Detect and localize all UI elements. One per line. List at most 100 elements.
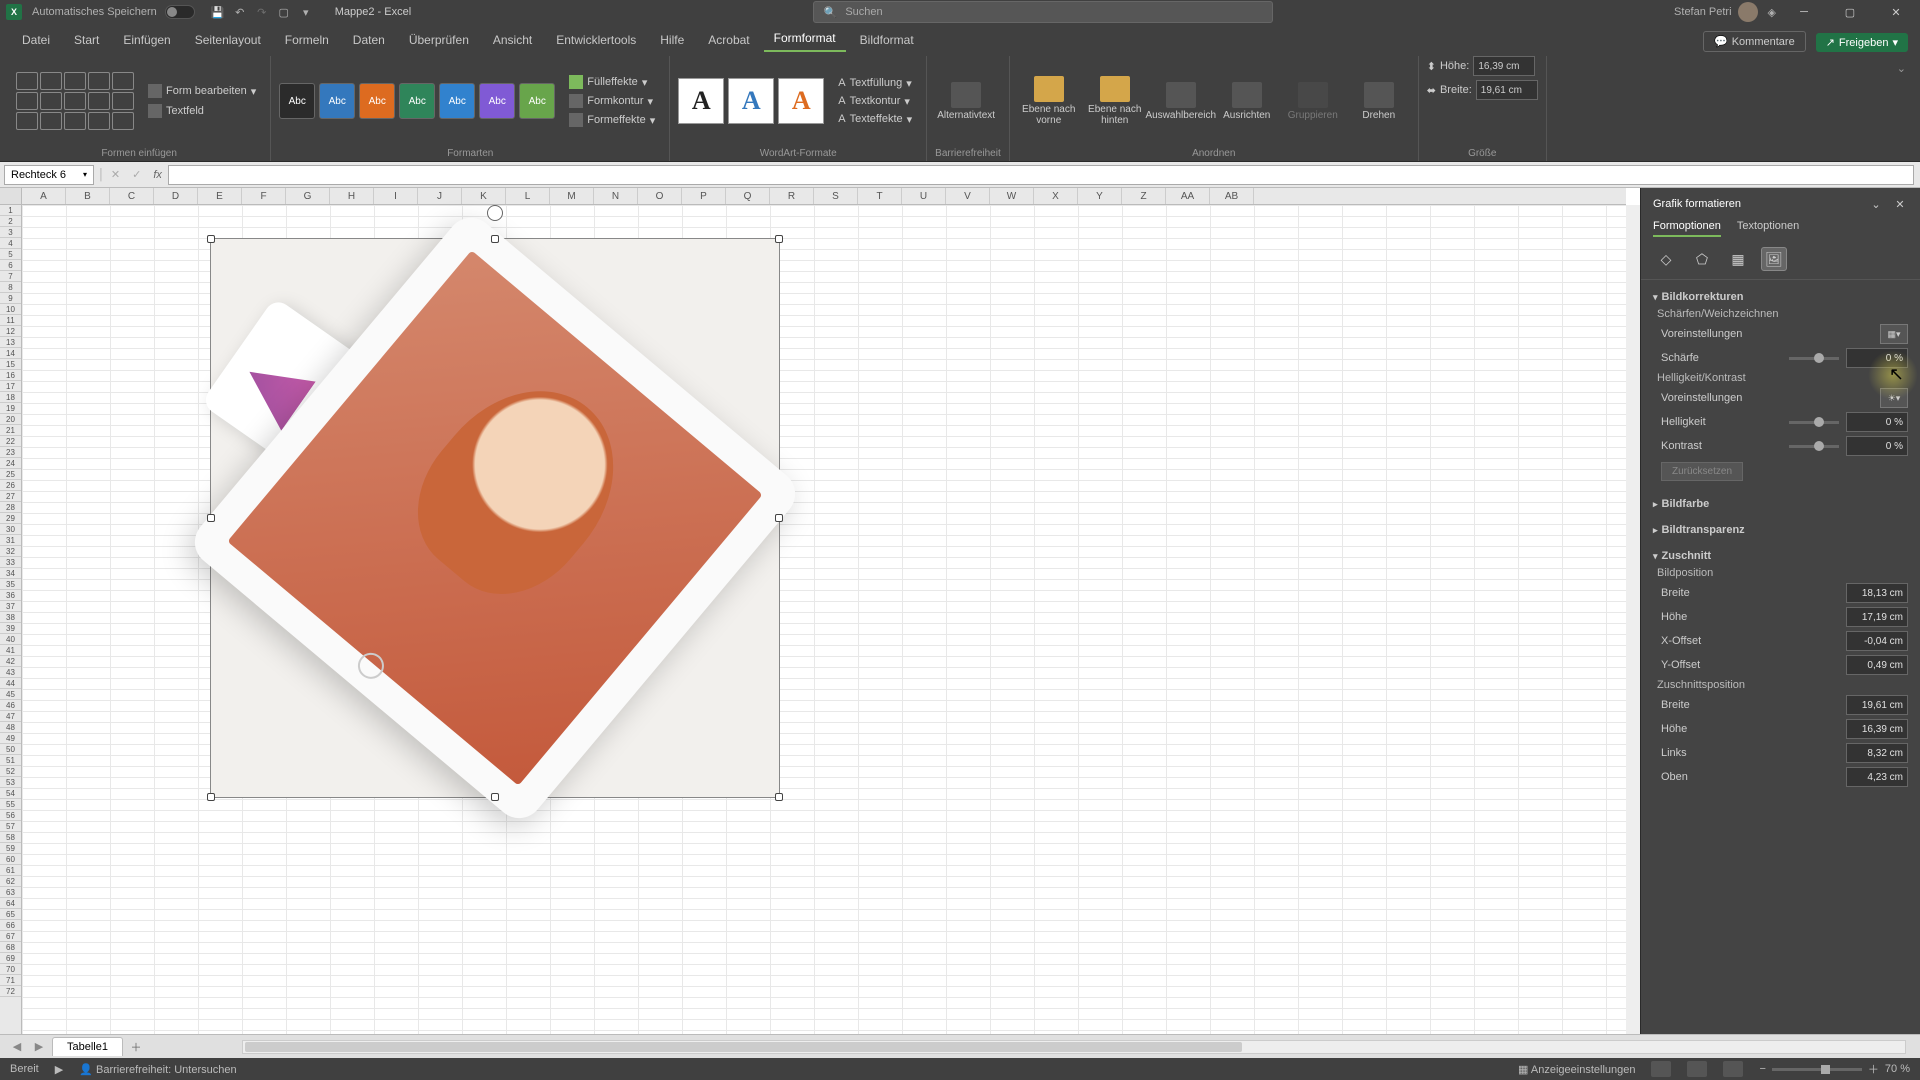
resize-handle[interactable] [775, 793, 783, 801]
sheet-nav-prev[interactable]: ◀ [8, 1040, 26, 1053]
column-headers[interactable]: ABCDEFGHIJKLMNOPQRSTUVWXYZAAAB [22, 188, 1626, 205]
view-page-layout[interactable] [1687, 1061, 1707, 1077]
autosave-toggle[interactable] [165, 5, 195, 19]
bc-presets[interactable]: ☀▾ [1880, 388, 1908, 408]
section-crop[interactable]: Zuschnitt [1653, 547, 1908, 565]
view-page-break[interactable] [1723, 1061, 1743, 1077]
redo-icon[interactable]: ↷ [251, 2, 273, 22]
worksheet[interactable]: ABCDEFGHIJKLMNOPQRSTUVWXYZAAAB 123456789… [0, 188, 1640, 1034]
contrast-slider[interactable] [1789, 445, 1839, 448]
shape-style-swatch[interactable]: Abc [479, 83, 515, 119]
picpos-x[interactable] [1846, 631, 1908, 651]
selection-pane-button[interactable]: Auswahlbereich [1150, 80, 1212, 123]
wordart-style-1[interactable]: A [678, 78, 724, 124]
resize-handle[interactable] [775, 514, 783, 522]
diamond-icon[interactable]: ◈ [1768, 6, 1776, 19]
resize-handle[interactable] [207, 514, 215, 522]
ribbon-tab[interactable]: Ansicht [483, 28, 542, 52]
size-props-icon[interactable]: ▦ [1725, 247, 1751, 271]
zoom-in[interactable]: ＋ [1868, 1061, 1879, 1077]
shape-fill-button[interactable]: Fülleffekte ▾ [563, 73, 661, 91]
sheet-tab[interactable]: Tabelle1 [52, 1037, 123, 1056]
section-color[interactable]: Bildfarbe [1653, 495, 1908, 513]
picpos-width[interactable] [1846, 583, 1908, 603]
crop-top[interactable] [1846, 767, 1908, 787]
collapse-ribbon-icon[interactable]: ⌄ [1891, 56, 1912, 161]
resize-handle[interactable] [491, 235, 499, 243]
textbox-button[interactable]: Textfeld [142, 102, 262, 120]
edit-shape-button[interactable]: Form bearbeiten ▾ [142, 82, 262, 100]
sharpen-presets[interactable]: ▦▾ [1880, 324, 1908, 344]
ribbon-tab[interactable]: Hilfe [650, 28, 694, 52]
comments-button[interactable]: 💬 Kommentare [1703, 31, 1806, 52]
macro-icon[interactable]: ▶ [55, 1063, 63, 1076]
ribbon-tab[interactable]: Acrobat [698, 28, 759, 52]
shape-gallery[interactable] [16, 72, 134, 130]
formula-input[interactable] [168, 165, 1914, 185]
height-input[interactable] [1473, 56, 1535, 76]
display-settings[interactable]: ▦ Anzeigeeinstellungen [1518, 1063, 1635, 1076]
view-normal[interactable] [1651, 1061, 1671, 1077]
width-input[interactable] [1476, 80, 1538, 100]
pane-options-icon[interactable]: ⌄ [1868, 196, 1884, 212]
zoom-level[interactable]: 70 % [1885, 1063, 1910, 1075]
rotate-button[interactable]: Drehen [1348, 80, 1410, 123]
resize-handle[interactable] [207, 793, 215, 801]
picpos-height[interactable] [1846, 607, 1908, 627]
shape-style-swatch[interactable]: Abc [519, 83, 555, 119]
section-corrections[interactable]: Bildkorrekturen [1653, 288, 1908, 306]
search-box[interactable]: 🔍 Suchen [813, 1, 1273, 23]
brightness-slider[interactable] [1789, 421, 1839, 424]
select-all-corner[interactable] [0, 188, 22, 205]
ribbon-tab[interactable]: Datei [12, 28, 60, 52]
shape-outline-button[interactable]: Formkontur ▾ [563, 92, 661, 110]
row-headers[interactable]: 1234567891011121314151617181920212223242… [0, 205, 22, 1034]
bring-forward-button[interactable]: Ebene nach vorne [1018, 74, 1080, 128]
save-icon[interactable]: 💾 [207, 2, 229, 22]
ribbon-tab[interactable]: Formformat [764, 26, 846, 52]
name-box[interactable]: Rechteck 6▾ [4, 165, 94, 185]
ribbon-tab[interactable]: Einfügen [113, 28, 180, 52]
crop-left[interactable] [1846, 743, 1908, 763]
zoom-out[interactable]: − [1759, 1063, 1765, 1075]
resize-handle[interactable] [207, 235, 215, 243]
alt-text-button[interactable]: Alternativtext [935, 80, 997, 123]
wordart-style-3[interactable]: A [778, 78, 824, 124]
resize-handle[interactable] [775, 235, 783, 243]
align-button[interactable]: Ausrichten [1216, 80, 1278, 123]
selected-picture[interactable] [210, 238, 780, 798]
section-transparency[interactable]: Bildtransparenz [1653, 521, 1908, 539]
camera-icon[interactable]: ▢ [273, 2, 295, 22]
shape-style-swatch[interactable]: Abc [359, 83, 395, 119]
sheet-nav-next[interactable]: ▶ [30, 1040, 48, 1053]
undo-icon[interactable]: ↶ [229, 2, 251, 22]
minimize-button[interactable]: ─ [1786, 0, 1822, 24]
shape-style-swatch[interactable]: Abc [439, 83, 475, 119]
text-outline-button[interactable]: ATextkontur ▾ [832, 93, 918, 110]
picpos-y[interactable] [1846, 655, 1908, 675]
resize-handle[interactable] [491, 793, 499, 801]
text-fill-button[interactable]: ATextfüllung ▾ [832, 75, 918, 92]
fx-icon[interactable]: fx [147, 169, 168, 181]
horizontal-scrollbar[interactable] [242, 1040, 1906, 1054]
accessibility-status[interactable]: 👤 Barrierefreiheit: Untersuchen [79, 1063, 236, 1076]
close-button[interactable]: ✕ [1878, 0, 1914, 24]
pane-close-icon[interactable]: ✕ [1892, 196, 1908, 212]
account-button[interactable]: Stefan Petri [1674, 2, 1757, 22]
ribbon-tab[interactable]: Überprüfen [399, 28, 479, 52]
contrast-input[interactable] [1846, 436, 1908, 456]
add-sheet-button[interactable]: ＋ [127, 1038, 145, 1056]
tab-shape-options[interactable]: Formoptionen [1653, 220, 1721, 237]
shape-style-swatch[interactable]: Abc [279, 83, 315, 119]
share-button[interactable]: ↗ Freigeben ▾ [1816, 33, 1908, 52]
fill-line-icon[interactable]: ◇ [1653, 247, 1679, 271]
ribbon-tab[interactable]: Seitenlayout [185, 28, 271, 52]
vertical-scrollbar[interactable] [1626, 205, 1640, 1034]
qat-more-icon[interactable]: ▾ [295, 2, 317, 22]
effects-icon[interactable]: ⬠ [1689, 247, 1715, 271]
crop-height[interactable] [1846, 719, 1908, 739]
crop-width[interactable] [1846, 695, 1908, 715]
shape-style-swatch[interactable]: Abc [399, 83, 435, 119]
ribbon-tab[interactable]: Entwicklertools [546, 28, 646, 52]
ribbon-tab[interactable]: Daten [343, 28, 395, 52]
